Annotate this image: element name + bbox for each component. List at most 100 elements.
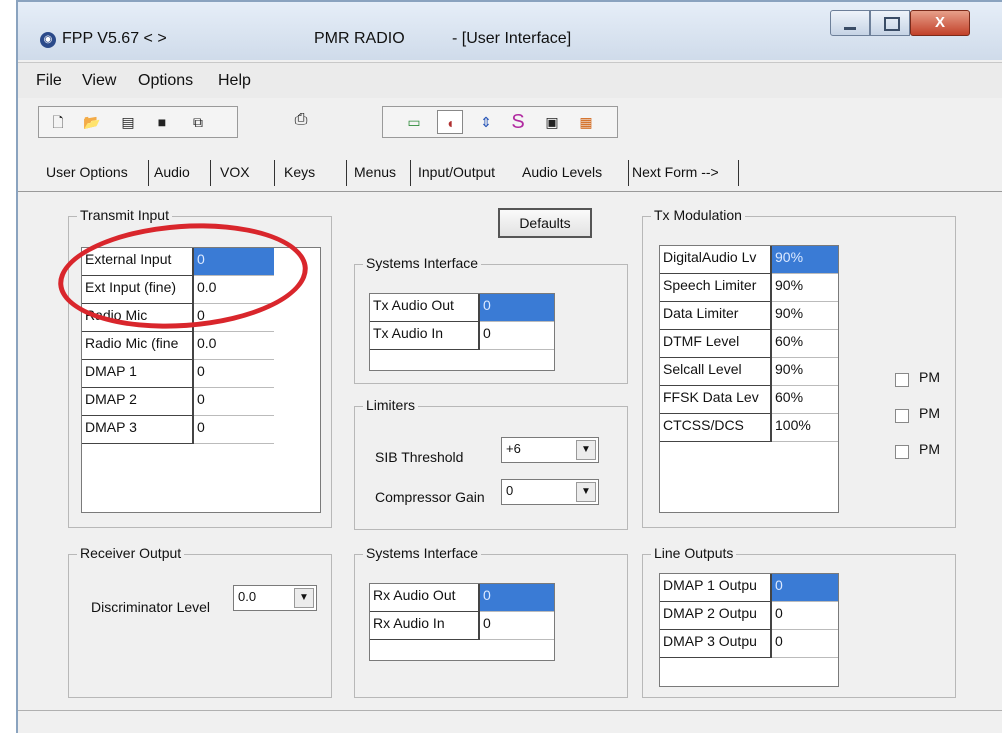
chevron-down-icon[interactable]: ▼ <box>576 482 596 502</box>
copy-icon[interactable]: ⧉ <box>185 110 211 134</box>
ext-input-fine-field[interactable]: 0.0 <box>194 276 274 304</box>
battery-icon[interactable]: ▭ <box>401 110 427 134</box>
app-window: ◉ FPP V5.67 < > PMR RADIO - [User Interf… <box>16 0 1002 733</box>
title-bar: ◉ FPP V5.67 < > PMR RADIO - [User Interf… <box>18 2 1002 60</box>
rx-audio-in-field[interactable]: 0 <box>480 612 554 640</box>
dmap2-output-field[interactable]: 0 <box>772 602 838 630</box>
tab-next-form[interactable]: Next Form --> <box>632 164 719 180</box>
systems-interface-tx-grid: Tx Audio Out 0 Tx Audio In 0 <box>369 293 555 371</box>
table-row: Data Limiter 90% <box>660 302 838 330</box>
limiters-title: Limiters <box>363 397 419 413</box>
row-label: DMAP 1 <box>82 360 194 388</box>
row-label: DTMF Level <box>660 330 772 358</box>
dmap3-output-field[interactable]: 0 <box>772 630 838 658</box>
compressor-gain-value: 0 <box>506 483 514 498</box>
table-row: External Input 0 <box>82 248 274 276</box>
line-outputs-title: Line Outputs <box>651 545 737 561</box>
dmap2-field[interactable]: 0 <box>194 388 274 416</box>
systems-interface-rx-title: Systems Interface <box>363 545 482 561</box>
speech-limiter-field[interactable]: 90% <box>772 274 838 302</box>
minimize-button[interactable] <box>830 10 870 36</box>
tab-input-output[interactable]: Input/Output <box>418 164 495 180</box>
status-divider <box>18 710 1002 711</box>
pm-checkbox-3[interactable] <box>895 445 909 459</box>
chevron-down-icon[interactable]: ▼ <box>294 588 314 608</box>
line-outputs-grid: DMAP 1 Outpu 0 DMAP 2 Outpu 0 DMAP 3 Out… <box>659 573 839 687</box>
systems-interface-tx-title: Systems Interface <box>363 255 482 271</box>
table-row: DMAP 2 Outpu 0 <box>660 602 838 630</box>
transmit-input-grid: External Input 0 Ext Input (fine) 0.0 Ra… <box>81 247 321 513</box>
table-row: DMAP 2 0 <box>82 388 274 416</box>
systems-interface-rx-group: Systems Interface Rx Audio Out 0 Rx Audi… <box>354 545 628 698</box>
row-label: Ext Input (fine) <box>82 276 194 304</box>
row-label: Tx Audio Out <box>370 294 480 322</box>
product-title: PMR RADIO <box>314 30 405 47</box>
pm-checkbox-2[interactable] <box>895 409 909 423</box>
tab-vox[interactable]: VOX <box>220 164 250 180</box>
dmap1-field[interactable]: 0 <box>194 360 274 388</box>
row-label: Radio Mic (fine <box>82 332 194 360</box>
compressor-gain-label: Compressor Gain <box>375 489 485 505</box>
row-label: Selcall Level <box>660 358 772 386</box>
display-icon[interactable]: ▣ <box>539 110 565 134</box>
sib-threshold-select[interactable]: +6 ▼ <box>501 437 599 463</box>
transmit-input-title: Transmit Input <box>77 207 172 223</box>
pm-label: PM <box>919 441 940 457</box>
ffsk-data-level-field[interactable]: 60% <box>772 386 838 414</box>
data-limiter-field[interactable]: 90% <box>772 302 838 330</box>
chevron-down-icon[interactable]: ▼ <box>576 440 596 460</box>
tab-keys[interactable]: Keys <box>284 164 315 180</box>
audio-speaker-icon[interactable]: ◖ <box>437 110 463 134</box>
save-icon[interactable]: ■ <box>149 110 175 134</box>
dmap3-field[interactable]: 0 <box>194 416 274 444</box>
row-label: DMAP 2 <box>82 388 194 416</box>
tab-audio[interactable]: Audio <box>154 164 190 180</box>
tab-user-options[interactable]: User Options <box>46 164 128 180</box>
defaults-button[interactable]: Defaults <box>498 208 592 238</box>
signal-s-icon[interactable]: S <box>505 110 531 134</box>
menu-view[interactable]: View <box>82 72 116 90</box>
row-label: DMAP 1 Outpu <box>660 574 772 602</box>
import-icon[interactable]: ▤ <box>115 110 141 134</box>
table-row: Speech Limiter 90% <box>660 274 838 302</box>
external-input-field[interactable]: 0 <box>194 248 274 276</box>
row-label: Speech Limiter <box>660 274 772 302</box>
menu-bar: File View Options Help <box>18 62 1002 98</box>
table-row: DMAP 1 Outpu 0 <box>660 574 838 602</box>
tx-audio-in-field[interactable]: 0 <box>480 322 554 350</box>
up-down-arrows-icon[interactable]: ⇕ <box>473 110 499 134</box>
dtmf-level-field[interactable]: 60% <box>772 330 838 358</box>
open-folder-icon[interactable]: 📂 <box>79 110 105 134</box>
dmap1-output-field[interactable]: 0 <box>772 574 838 602</box>
ctcss-dcs-field[interactable]: 100% <box>772 414 838 442</box>
radio-mic-fine-field[interactable]: 0.0 <box>194 332 274 360</box>
maximize-button[interactable] <box>870 10 910 36</box>
tx-audio-out-field[interactable]: 0 <box>480 294 554 322</box>
menu-help[interactable]: Help <box>218 72 251 90</box>
discriminator-level-select[interactable]: 0.0 ▼ <box>233 585 317 611</box>
menu-options[interactable]: Options <box>138 72 193 90</box>
file-toolbar-group: 🗋 📂 ▤ ■ ⧉ <box>38 106 238 138</box>
tone-icon[interactable]: ▦ <box>573 110 599 134</box>
row-label: FFSK Data Lev <box>660 386 772 414</box>
new-file-icon[interactable]: 🗋 <box>45 110 71 134</box>
table-row: DMAP 1 0 <box>82 360 274 388</box>
transmit-input-group: Transmit Input External Input 0 Ext Inpu… <box>68 207 332 528</box>
app-icon: ◉ <box>40 32 56 48</box>
close-button[interactable]: X <box>910 10 970 36</box>
tx-modulation-title: Tx Modulation <box>651 207 745 223</box>
compressor-gain-select[interactable]: 0 ▼ <box>501 479 599 505</box>
rx-audio-out-field[interactable]: 0 <box>480 584 554 612</box>
radio-mic-field[interactable]: 0 <box>194 304 274 332</box>
tab-audio-levels[interactable]: Audio Levels <box>522 164 602 180</box>
discriminator-level-value: 0.0 <box>238 589 257 604</box>
selcall-level-field[interactable]: 90% <box>772 358 838 386</box>
tab-menus[interactable]: Menus <box>354 164 396 180</box>
toolbar: 🗋 📂 ▤ ■ ⧉ ⎙ ▭ ◖ ⇕ S ▣ ▦ <box>18 100 1002 144</box>
tab-strip: User Options Audio VOX Keys Menus Input/… <box>18 152 1002 192</box>
pm-checkbox-1[interactable] <box>895 373 909 387</box>
row-label: Tx Audio In <box>370 322 480 350</box>
printer-icon[interactable]: ⎙ <box>288 111 314 135</box>
digital-audio-level-field[interactable]: 90% <box>772 246 838 274</box>
menu-file[interactable]: File <box>36 72 62 90</box>
